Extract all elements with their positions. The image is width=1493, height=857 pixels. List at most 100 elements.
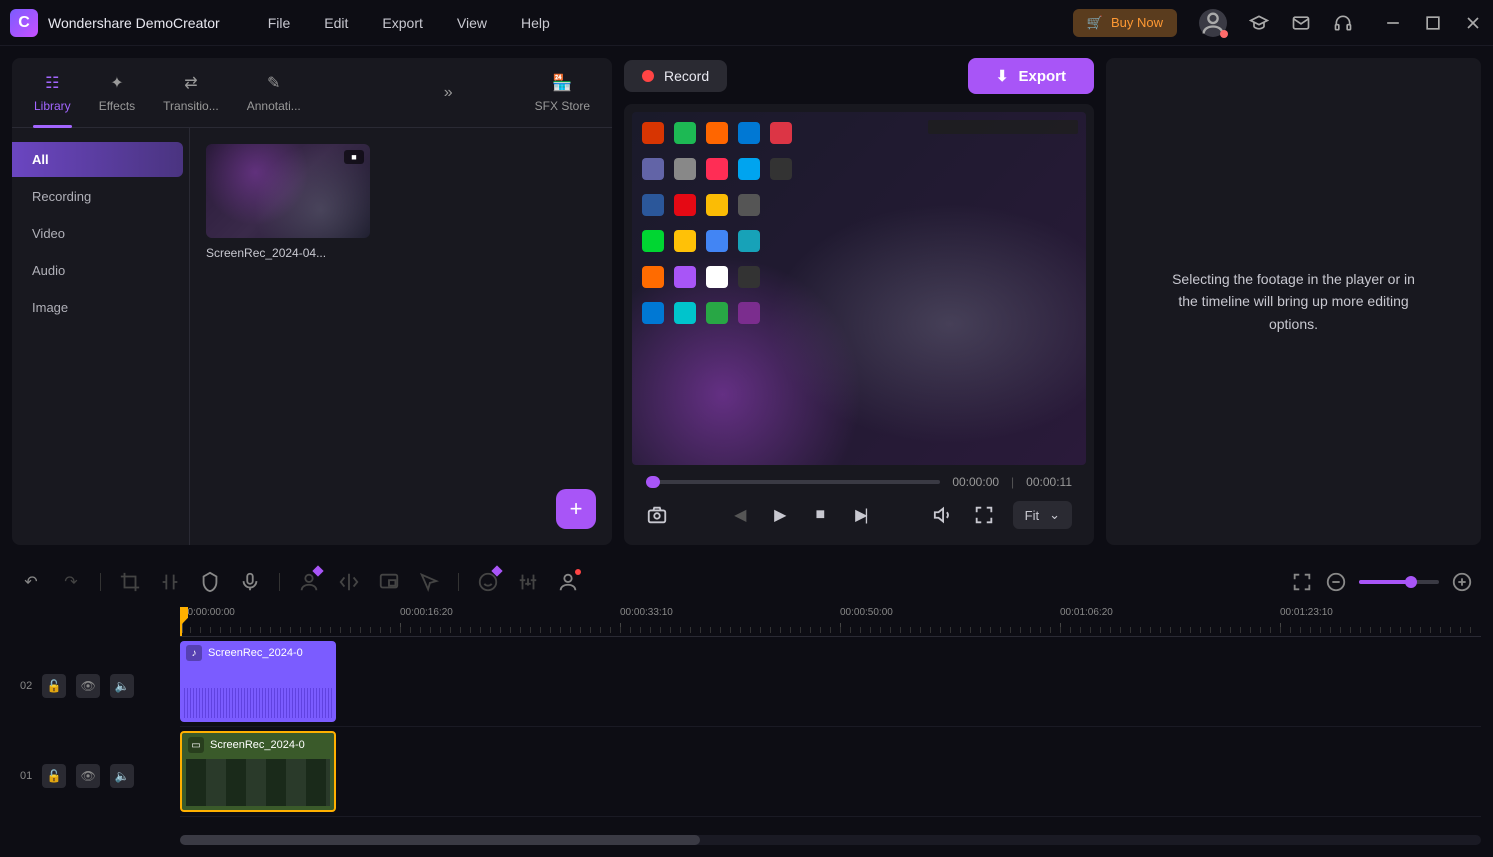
ruler-tick: 00:00:33:10	[620, 607, 673, 618]
menu-export[interactable]: Export	[382, 15, 422, 31]
play-icon[interactable]: ▶	[769, 504, 791, 526]
lock-icon[interactable]: 🔓	[42, 674, 66, 698]
mirror-icon[interactable]	[338, 571, 360, 593]
video-badge-icon: ■	[344, 150, 364, 164]
menu-file[interactable]: File	[268, 15, 291, 31]
app-logo: C	[10, 9, 38, 37]
track-headers: 02 🔓 👁 🔈 01 🔓 👁 🔈	[12, 607, 180, 831]
ai-portrait-icon[interactable]	[298, 571, 320, 593]
sidebar-item-all[interactable]: All	[12, 142, 183, 177]
fit-timeline-icon[interactable]	[1291, 571, 1313, 593]
tab-sfx-store[interactable]: 🏪 SFX Store	[521, 65, 604, 121]
separator	[458, 573, 459, 591]
mute-icon[interactable]: 🔈	[110, 764, 134, 788]
scrub-track[interactable]	[646, 480, 940, 484]
track-number: 02	[20, 680, 32, 692]
preview-video[interactable]	[632, 112, 1086, 465]
cursor-icon[interactable]	[418, 571, 440, 593]
prev-frame-icon[interactable]: ◀	[729, 504, 751, 526]
record-dot-icon	[642, 70, 654, 82]
timeline-scrollbar[interactable]	[180, 835, 1481, 845]
scrub-row: 00:00:00 | 00:00:11	[632, 465, 1086, 493]
marker-icon[interactable]	[199, 571, 221, 593]
lock-icon[interactable]: 🔓	[42, 764, 66, 788]
snapshot-icon[interactable]	[646, 504, 668, 526]
tab-effects[interactable]: ✦ Effects	[85, 65, 149, 121]
buy-now-button[interactable]: 🛒 Buy Now	[1073, 9, 1177, 37]
main-area: ☷ Library ✦ Effects ⇄ Transitio... ✎ Ann…	[0, 46, 1493, 557]
account-icon[interactable]	[1199, 9, 1227, 37]
preview-content	[642, 122, 796, 332]
sidebar-item-image[interactable]: Image	[12, 290, 183, 325]
tab-transitions-label: Transitio...	[163, 99, 219, 113]
undo-icon[interactable]: ↶	[20, 571, 42, 593]
menu-view[interactable]: View	[457, 15, 487, 31]
audio-adjust-icon[interactable]	[517, 571, 539, 593]
eye-icon[interactable]: 👁	[76, 674, 100, 698]
ai-voice-icon[interactable]	[557, 571, 579, 593]
scrub-thumb[interactable]	[646, 476, 660, 488]
voiceover-icon[interactable]	[239, 571, 261, 593]
video-frames	[186, 759, 330, 806]
timeline-toolbar: ↶ ↷	[12, 565, 1481, 599]
tab-transitions[interactable]: ⇄ Transitio...	[149, 65, 233, 121]
tab-library[interactable]: ☷ Library	[20, 65, 85, 121]
fullscreen-icon[interactable]	[973, 504, 995, 526]
menu-help[interactable]: Help	[521, 15, 550, 31]
timeline-zoom	[1291, 571, 1473, 593]
fit-dropdown[interactable]: Fit ⌄	[1013, 501, 1072, 529]
app-title: Wondershare DemoCreator	[48, 15, 220, 31]
time-current: 00:00:00	[952, 475, 999, 489]
sidebar-item-recording[interactable]: Recording	[12, 179, 183, 214]
zoom-in-icon[interactable]	[1451, 571, 1473, 593]
redo-icon[interactable]: ↷	[60, 571, 82, 593]
track-head-1: 01 🔓 👁 🔈	[12, 731, 180, 821]
audio-clip[interactable]: ♪ ScreenRec_2024-0	[180, 641, 336, 722]
zoom-out-icon[interactable]	[1325, 571, 1347, 593]
film-icon: ▭	[188, 737, 204, 753]
sidebar: All Recording Video Audio Image	[12, 128, 190, 545]
zoom-slider[interactable]	[1359, 580, 1439, 584]
playhead[interactable]	[180, 607, 182, 636]
recording-toolbar-overlay	[928, 120, 1078, 134]
zoom-slider-handle[interactable]	[1405, 576, 1417, 588]
menu-edit[interactable]: Edit	[324, 15, 348, 31]
pip-icon[interactable]	[378, 571, 400, 593]
window-controls	[1383, 13, 1483, 33]
next-frame-icon[interactable]: ▶|	[849, 504, 871, 526]
export-button[interactable]: ⬇ Export	[968, 58, 1094, 94]
add-media-button[interactable]: +	[556, 489, 596, 529]
split-icon[interactable]	[159, 571, 181, 593]
headset-icon[interactable]	[1333, 13, 1353, 33]
smiley-icon[interactable]	[477, 571, 499, 593]
tab-annotations[interactable]: ✎ Annotati...	[233, 65, 315, 121]
clip-label: ♪ ScreenRec_2024-0	[186, 645, 303, 661]
maximize-icon[interactable]	[1423, 13, 1443, 33]
graduation-icon[interactable]	[1249, 13, 1269, 33]
ruler-tick: 00:00:16:20	[400, 607, 453, 618]
preview-box: 00:00:00 | 00:00:11 ◀ ▶ ■ ▶| Fit ⌄	[624, 104, 1094, 545]
sidebar-item-video[interactable]: Video	[12, 216, 183, 251]
mute-icon[interactable]: 🔈	[110, 674, 134, 698]
crop-icon[interactable]	[119, 571, 141, 593]
mail-icon[interactable]	[1291, 13, 1311, 33]
timeline-tracks[interactable]: 00:00:00:00 00:00:16:20 00:00:33:10 00:0…	[180, 607, 1481, 831]
minimize-icon[interactable]	[1383, 13, 1403, 33]
close-icon[interactable]	[1463, 13, 1483, 33]
record-label: Record	[664, 68, 709, 84]
left-panel: ☷ Library ✦ Effects ⇄ Transitio... ✎ Ann…	[12, 58, 612, 545]
eye-icon[interactable]: 👁	[76, 764, 100, 788]
stop-icon[interactable]: ■	[809, 504, 831, 526]
transition-icon: ⇄	[184, 73, 197, 93]
track-row-1[interactable]: ▭ ScreenRec_2024-0	[180, 727, 1481, 817]
fit-label: Fit	[1025, 508, 1039, 523]
video-clip[interactable]: ▭ ScreenRec_2024-0	[180, 731, 336, 812]
timeline-ruler[interactable]: 00:00:00:00 00:00:16:20 00:00:33:10 00:0…	[180, 607, 1481, 637]
sidebar-item-audio[interactable]: Audio	[12, 253, 183, 288]
volume-icon[interactable]	[933, 504, 955, 526]
media-item[interactable]: ■ ScreenRec_2024-04...	[206, 144, 370, 260]
record-button[interactable]: Record	[624, 60, 727, 92]
more-tabs-icon[interactable]: »	[436, 84, 461, 102]
track-row-2[interactable]: ♪ ScreenRec_2024-0	[180, 637, 1481, 727]
time-separator: |	[1011, 475, 1014, 489]
